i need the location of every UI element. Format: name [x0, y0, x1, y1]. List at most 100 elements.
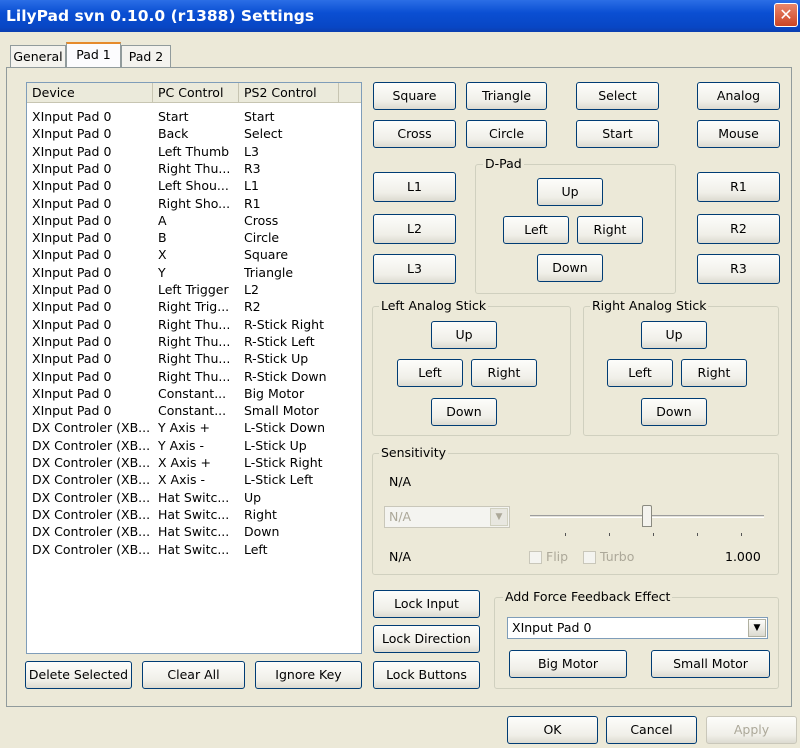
column-header-device[interactable]: Device [27, 83, 153, 102]
table-row[interactable]: DX Controler (XB... Y Axis - L-Stick Up [27, 437, 361, 454]
table-row[interactable]: DX Controler (XB... X Axis + L-Stick Right [27, 454, 361, 471]
device-cell: XInput Pad 0 [32, 195, 112, 211]
pc-control-cell: Hat Switc... [158, 489, 230, 505]
table-row[interactable]: DX Controler (XB... Hat Switc... Up [27, 489, 361, 506]
flip-label: Flip [546, 549, 569, 564]
close-window-button[interactable]: ✕ [774, 3, 798, 27]
pc-control-cell: Y Axis - [158, 437, 205, 453]
l1-button[interactable]: L1 [373, 172, 456, 202]
table-row[interactable]: XInput Pad 0 Left Trigger L2 [27, 281, 361, 298]
table-row[interactable]: DX Controler (XB... X Axis - L-Stick Left [27, 471, 361, 488]
table-row[interactable]: XInput Pad 0 Right Thu... R-Stick Right [27, 316, 361, 333]
device-cell: XInput Pad 0 [32, 160, 112, 176]
left-stick-left-button[interactable]: Left [397, 359, 463, 387]
table-row[interactable]: XInput Pad 0 Constant... Small Motor [27, 402, 361, 419]
dpad-right-button[interactable]: Right [577, 216, 643, 244]
title-bar: LilyPad svn 0.10.0 (r1388) Settings [0, 0, 800, 32]
table-row[interactable]: XInput Pad 0 X Square [27, 246, 361, 263]
table-row[interactable]: XInput Pad 0 Right Thu... R3 [27, 160, 361, 177]
table-row[interactable]: DX Controler (XB... Hat Switc... Down [27, 523, 361, 540]
triangle-button[interactable]: Triangle [466, 82, 547, 110]
table-row[interactable]: XInput Pad 0 Constant... Big Motor [27, 385, 361, 402]
right-stick-down-button[interactable]: Down [641, 398, 707, 426]
bindings-list[interactable]: Device PC Control PS2 Control XInput Pad… [26, 82, 362, 654]
dpad-left-button[interactable]: Left [503, 216, 569, 244]
force-feedback-device-select[interactable]: XInput Pad 0 ▼ [507, 617, 768, 639]
table-row[interactable]: XInput Pad 0 Left Shou... L1 [27, 177, 361, 194]
tab-pad-1[interactable]: Pad 1 [66, 42, 121, 67]
table-row[interactable]: XInput Pad 0 Left Thumb L3 [27, 143, 361, 160]
ps2-control-cell: R3 [244, 160, 261, 176]
lock-buttons-button[interactable]: Lock Buttons [373, 661, 480, 689]
device-cell: XInput Pad 0 [32, 178, 112, 194]
chevron-down-icon[interactable]: ▼ [490, 508, 508, 526]
ps2-control-cell: L3 [244, 143, 259, 159]
table-row[interactable]: DX Controler (XB... Hat Switc... Left [27, 541, 361, 558]
start-button[interactable]: Start [576, 120, 659, 148]
table-row[interactable]: XInput Pad 0 Right Thu... R-Stick Up [27, 350, 361, 367]
chevron-down-icon[interactable]: ▼ [748, 619, 766, 637]
sensitivity-slider-thumb[interactable] [642, 505, 652, 527]
analog-button[interactable]: Analog [697, 82, 780, 110]
sensitivity-mode-select[interactable]: N/A ▼ [384, 506, 510, 528]
tab-pad-2[interactable]: Pad 2 [121, 45, 171, 67]
square-button[interactable]: Square [373, 82, 456, 110]
clear-all-button[interactable]: Clear All [142, 661, 245, 689]
ps2-control-cell: Square [244, 247, 289, 263]
ps2-control-cell: Right [244, 506, 277, 522]
ps2-control-cell: R-Stick Up [244, 351, 309, 367]
left-stick-right-button[interactable]: Right [471, 359, 537, 387]
left-stick-down-button[interactable]: Down [431, 398, 497, 426]
table-row[interactable]: XInput Pad 0 Y Triangle [27, 264, 361, 281]
delete-selected-button[interactable]: Delete Selected [25, 661, 132, 689]
lock-direction-button[interactable]: Lock Direction [373, 625, 480, 653]
checkbox-box[interactable] [583, 551, 596, 564]
turbo-checkbox[interactable]: Turbo [583, 549, 634, 564]
circle-button[interactable]: Circle [466, 120, 547, 148]
checkbox-box[interactable] [529, 551, 542, 564]
right-stick-left-button[interactable]: Left [607, 359, 673, 387]
pc-control-cell: Y [158, 264, 166, 280]
table-row[interactable]: XInput Pad 0 Right Trig... R2 [27, 298, 361, 315]
device-cell: DX Controler (XB... [32, 472, 151, 488]
big-motor-button[interactable]: Big Motor [509, 650, 627, 678]
table-row[interactable]: XInput Pad 0 B Circle [27, 229, 361, 246]
table-row[interactable]: XInput Pad 0 A Cross [27, 212, 361, 229]
apply-button[interactable]: Apply [706, 716, 797, 744]
left-stick-up-button[interactable]: Up [431, 321, 497, 349]
flip-checkbox[interactable]: Flip [529, 549, 568, 564]
turbo-label: Turbo [600, 549, 635, 564]
cancel-button[interactable]: Cancel [606, 716, 697, 744]
ps2-control-cell: L-Stick Up [244, 437, 307, 453]
ignore-key-button[interactable]: Ignore Key [255, 661, 362, 689]
r3-button[interactable]: R3 [697, 254, 780, 284]
table-row[interactable]: XInput Pad 0 Right Sho... R1 [27, 195, 361, 212]
r1-button[interactable]: R1 [697, 172, 780, 202]
lock-input-button[interactable]: Lock Input [373, 590, 480, 618]
list-header: Device PC Control PS2 Control [27, 83, 361, 103]
table-row[interactable]: DX Controler (XB... Hat Switc... Right [27, 506, 361, 523]
ps2-control-cell: L-Stick Down [244, 420, 326, 436]
right-stick-up-button[interactable]: Up [641, 321, 707, 349]
cross-button[interactable]: Cross [373, 120, 456, 148]
table-row[interactable]: XInput Pad 0 Start Start [27, 108, 361, 125]
l3-button[interactable]: L3 [373, 254, 456, 284]
r2-button[interactable]: R2 [697, 214, 780, 244]
ok-button[interactable]: OK [507, 716, 598, 744]
tab-general[interactable]: General [10, 45, 66, 67]
mouse-button[interactable]: Mouse [697, 120, 780, 148]
small-motor-button[interactable]: Small Motor [651, 650, 770, 678]
pc-control-cell: Hat Switc... [158, 506, 230, 522]
table-row[interactable]: XInput Pad 0 Right Thu... R-Stick Down [27, 368, 361, 385]
right-stick-right-button[interactable]: Right [681, 359, 747, 387]
column-header-pc-control[interactable]: PC Control [153, 83, 239, 102]
table-row[interactable]: XInput Pad 0 Back Select [27, 125, 361, 142]
table-row[interactable]: DX Controler (XB... Y Axis + L-Stick Down [27, 419, 361, 436]
dpad-up-button[interactable]: Up [537, 178, 603, 206]
column-header-ps2-control[interactable]: PS2 Control [239, 83, 339, 102]
select-button[interactable]: Select [576, 82, 659, 110]
device-cell: DX Controler (XB... [32, 420, 151, 436]
dpad-down-button[interactable]: Down [537, 254, 603, 282]
l2-button[interactable]: L2 [373, 214, 456, 244]
table-row[interactable]: XInput Pad 0 Right Thu... R-Stick Left [27, 333, 361, 350]
